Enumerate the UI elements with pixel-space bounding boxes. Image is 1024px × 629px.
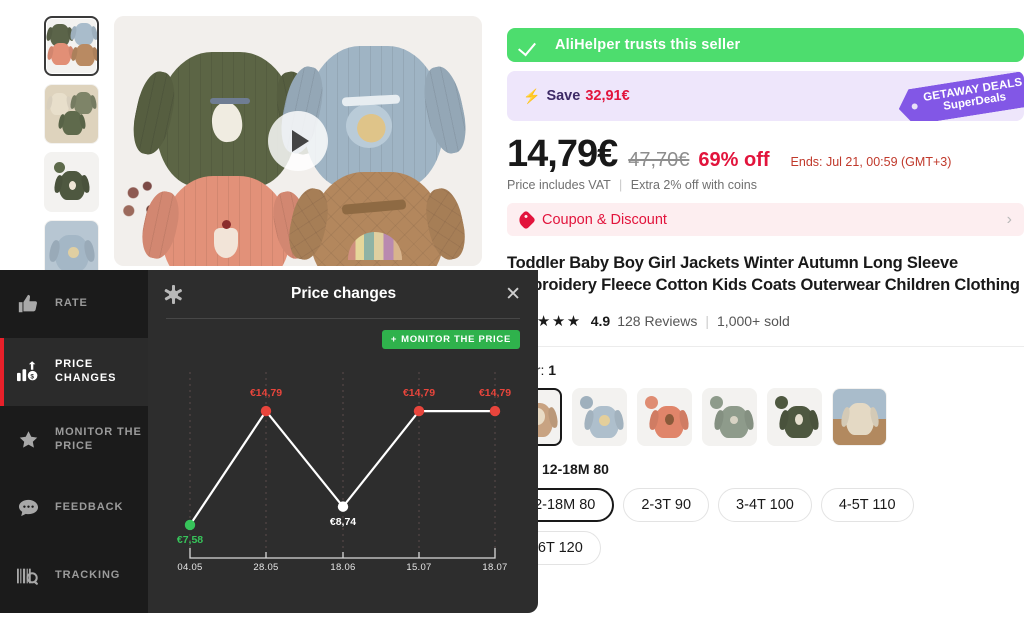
sold-count: 1,000+ sold (717, 312, 790, 329)
svg-text:$: $ (30, 373, 34, 380)
chart-point-label-04.05: €7,58 (176, 533, 204, 546)
current-price: 14,79€ (507, 133, 618, 175)
gallery-thumbnail-1[interactable] (44, 16, 99, 76)
chart-point-label-18.06: €8,74 (329, 515, 357, 528)
bar-chart-icon: $ (14, 361, 42, 383)
chart-point-04.05[interactable] (184, 519, 196, 531)
gear-icon[interactable] (164, 284, 183, 304)
chart-point-label-28.05: €14,79 (249, 387, 283, 400)
size-option-2-3t-90[interactable]: 2-3T 90 (623, 487, 710, 522)
rating-separator: | (705, 312, 710, 329)
sidebar-item-rate[interactable]: RATE (0, 270, 148, 338)
extension-sidebar: RATE $ PRICE CHANGES MONITOR THE PRICE F… (0, 270, 148, 613)
divider (507, 345, 1024, 347)
color-swatch-list (507, 387, 1024, 446)
coupon-discount-row[interactable]: Coupon & Discount › (507, 203, 1024, 236)
chart-point-15.07[interactable] (413, 405, 425, 417)
product-info: AliHelper trusts this seller ⚡ Save 32,9… (507, 0, 1024, 629)
product-gallery (0, 0, 500, 280)
size-option-3-4t-100[interactable]: 3-4T 100 (718, 487, 812, 522)
sidebar-label-rate: RATE (55, 297, 88, 310)
lightning-bolt-icon: ⚡ (523, 87, 541, 104)
color-swatch-sage[interactable] (702, 387, 757, 446)
original-price: 47,70€ (628, 149, 690, 171)
size-option-4-5t-110[interactable]: 4-5T 110 (820, 487, 914, 522)
chart-point-18.07[interactable] (489, 405, 501, 417)
gallery-thumbnail-3[interactable] (44, 152, 99, 212)
sidebar-label-monitor-the-price: MONITOR THE PRICE (55, 426, 142, 452)
chart-point-label-18.07: €14,79 (478, 387, 512, 400)
panel-title: Price changes (290, 285, 397, 302)
monitor-the-price-button[interactable]: + MONITOR THE PRICE (381, 330, 520, 349)
tag-hole-icon (911, 103, 918, 110)
sidebar-item-monitor-the-price[interactable]: MONITOR THE PRICE (0, 406, 148, 474)
chart-x-axis-labels: 04.05 28.05 18.06 15.07 18.07 (148, 562, 538, 582)
vat-note: Price includes VAT (507, 178, 611, 192)
chevron-right-icon: › (1006, 210, 1012, 228)
page-title: Toddler Baby Boy Girl Jackets Winter Aut… (507, 254, 1020, 294)
discount-percent: 69% off (698, 149, 770, 171)
sidebar-label-price-changes: PRICE CHANGES (55, 358, 117, 384)
color-swatch-blue[interactable] (572, 387, 627, 446)
size-option-list: 12-18M 80 2-3T 90 3-4T 100 4-5T 110 5-6T… (507, 487, 1012, 565)
play-button-icon[interactable] (268, 111, 328, 171)
sidebar-label-feedback: FEEDBACK (55, 501, 124, 514)
close-icon[interactable]: ✕ (505, 285, 521, 304)
coupon-label: Coupon & Discount (542, 211, 667, 228)
chart-point-label-15.07: €14,79 (402, 387, 436, 400)
price-tag-icon (516, 209, 536, 230)
getaway-deals-tag: GETAWAY DEALS SuperDeals (896, 71, 1024, 121)
rating-row: ★★★★★ 4.9 128 Reviews | 1,000+ sold (507, 312, 1024, 330)
save-label: Save (546, 88, 581, 104)
page-root: AliHelper trusts this seller ⚡ Save 32,9… (0, 0, 1024, 629)
gallery-main-image[interactable] (114, 16, 482, 266)
chart-x-label-18.07: 18.07 (482, 562, 508, 573)
color-swatch-pink[interactable] (637, 387, 692, 446)
chart-x-label-28.05: 28.05 (253, 562, 279, 573)
color-swatch-olive[interactable] (767, 387, 822, 446)
star-icon (14, 429, 42, 451)
monitor-button-label: MONITOR THE PRICE (401, 334, 511, 345)
rating-value: 4.9 (590, 312, 611, 329)
barcode-scan-icon (14, 565, 42, 587)
deal-end-time: Ends: Jul 21, 00:59 (GMT+3) (790, 155, 952, 169)
sidebar-item-price-changes[interactable]: $ PRICE CHANGES (0, 338, 148, 406)
panel-header: Price changes ✕ (148, 270, 538, 318)
check-icon (521, 39, 541, 51)
chart-axis (189, 548, 496, 559)
price-changes-panel: Price changes ✕ + MONITOR THE PRICE €7,5… (148, 270, 538, 613)
chart-x-label-15.07: 15.07 (406, 562, 432, 573)
gallery-thumbnail-2[interactable] (44, 84, 99, 144)
save-banner: ⚡ Save 32,91€ GETAWAY DEALS SuperDeals (507, 71, 1024, 121)
chart-x-label-18.06: 18.06 (330, 562, 356, 573)
price-note: Price includes VAT | Extra 2% off with c… (507, 178, 1024, 192)
price-row: 14,79€ 47,70€ 69% off Ends: Jul 21, 00:5… (507, 133, 1024, 176)
trust-banner-text: AliHelper trusts this seller (555, 37, 741, 53)
thumbs-up-icon (14, 293, 42, 315)
size-selected-value: 12-18M 80 (542, 460, 609, 477)
chart-point-28.05[interactable] (260, 405, 272, 417)
trust-banner: AliHelper trusts this seller (507, 28, 1024, 62)
chart-x-label-04.05: 04.05 (177, 562, 203, 573)
note-separator: | (619, 178, 623, 192)
plus-icon: + (390, 334, 398, 345)
sidebar-item-feedback[interactable]: FEEDBACK (0, 474, 148, 542)
color-option-label: Color: 1 (507, 362, 1024, 378)
color-selected-value: 1 (548, 361, 557, 378)
color-swatch-cream-set[interactable] (832, 387, 887, 446)
size-option-label: Size: 12-18M 80 (507, 461, 1024, 477)
coins-note: Extra 2% off with coins (630, 178, 757, 192)
panel-rule (166, 318, 520, 319)
sidebar-item-tracking[interactable]: TRACKING (0, 542, 148, 610)
sidebar-label-tracking: TRACKING (55, 569, 121, 582)
thumbnail-list (44, 16, 104, 288)
price-history-chart: €7,58 €14,79 €8,74 €14,79 €14,79 04.05 28.05 1… (148, 366, 538, 606)
save-amount: 32,91€ (585, 88, 630, 104)
review-count[interactable]: 128 Reviews (617, 313, 697, 329)
chat-bubble-icon (14, 498, 42, 518)
chart-point-18.06[interactable] (337, 501, 349, 512)
